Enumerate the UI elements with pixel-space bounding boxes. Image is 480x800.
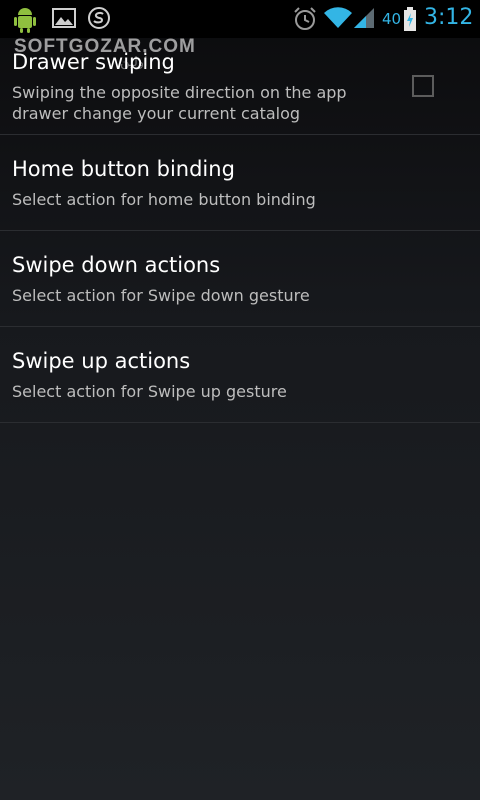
setting-title: Swipe up actions [12, 349, 191, 373]
status-bar: 40 3:12 [0, 0, 480, 38]
alarm-icon [294, 7, 316, 30]
drawer-swiping-checkbox[interactable] [412, 75, 434, 97]
setting-title: Home button binding [12, 157, 235, 181]
setting-home-button-binding[interactable]: Home button binding Select action for ho… [0, 135, 480, 231]
setting-summary: Select action for Swipe up gesture [12, 382, 287, 401]
image-icon [52, 8, 76, 28]
s-logo-icon [88, 7, 110, 29]
setting-title: Swipe down actions [12, 253, 221, 277]
setting-title: Drawer swiping [12, 50, 175, 74]
setting-summary: Select action for Swipe down gesture [12, 286, 310, 305]
clock: 3:12 [424, 5, 474, 30]
settings-list: Drawer swiping Swiping the opposite dire… [0, 38, 480, 423]
signal-icon [354, 8, 374, 28]
wifi-icon [324, 7, 352, 29]
android-robot-icon [14, 8, 36, 33]
setting-swipe-up-actions[interactable]: Swipe up actions Select action for Swipe… [0, 327, 480, 423]
setting-summary: Swiping the opposite direction on the ap… [12, 83, 347, 123]
battery-level-text: 40 [382, 10, 402, 28]
setting-swipe-down-actions[interactable]: Swipe down actions Select action for Swi… [0, 231, 480, 327]
setting-drawer-swiping[interactable]: Drawer swiping Swiping the opposite dire… [0, 38, 480, 135]
setting-summary: Select action for home button binding [12, 190, 316, 209]
battery-charging-icon [404, 7, 416, 31]
